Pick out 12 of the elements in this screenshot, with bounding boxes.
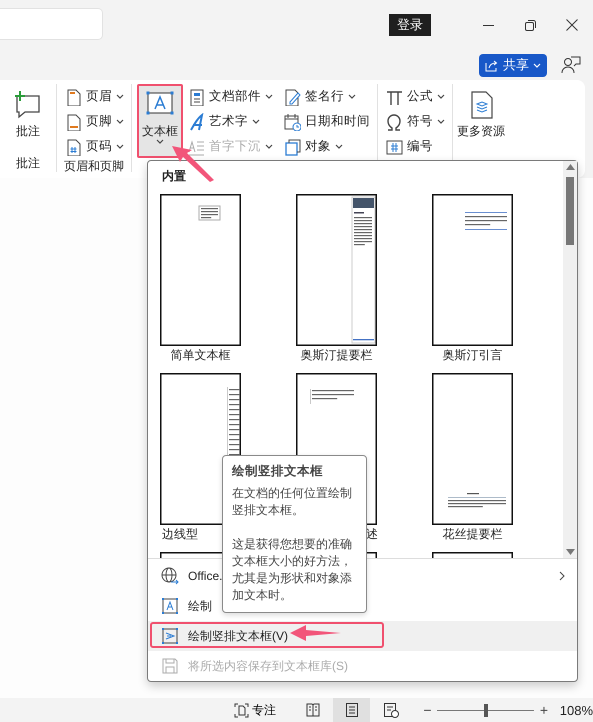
group-label: 批注 bbox=[15, 154, 41, 172]
section-title: 内置 bbox=[162, 168, 186, 185]
gallery-label: 奥斯汀提要栏 bbox=[300, 347, 372, 364]
tooltip-text: 在文档的任何位置绘制竖排文本框。 bbox=[232, 485, 353, 519]
gallery-label: 述 bbox=[366, 526, 378, 543]
gallery-label: 边线型 bbox=[162, 526, 198, 543]
group-label: 页眉和页脚 bbox=[63, 158, 125, 175]
tooltip-title: 绘制竖排文本框 bbox=[232, 463, 324, 480]
gallery-label: 花丝提要栏 bbox=[442, 526, 502, 543]
gallery-label: 简单文本框 bbox=[170, 347, 230, 364]
tooltip-text: 这是获得您想要的准确文本框大小的好方法，尤其是为形状和对象添加文本时。 bbox=[232, 536, 353, 604]
gallery-label: 奥斯汀引言 bbox=[442, 347, 502, 364]
